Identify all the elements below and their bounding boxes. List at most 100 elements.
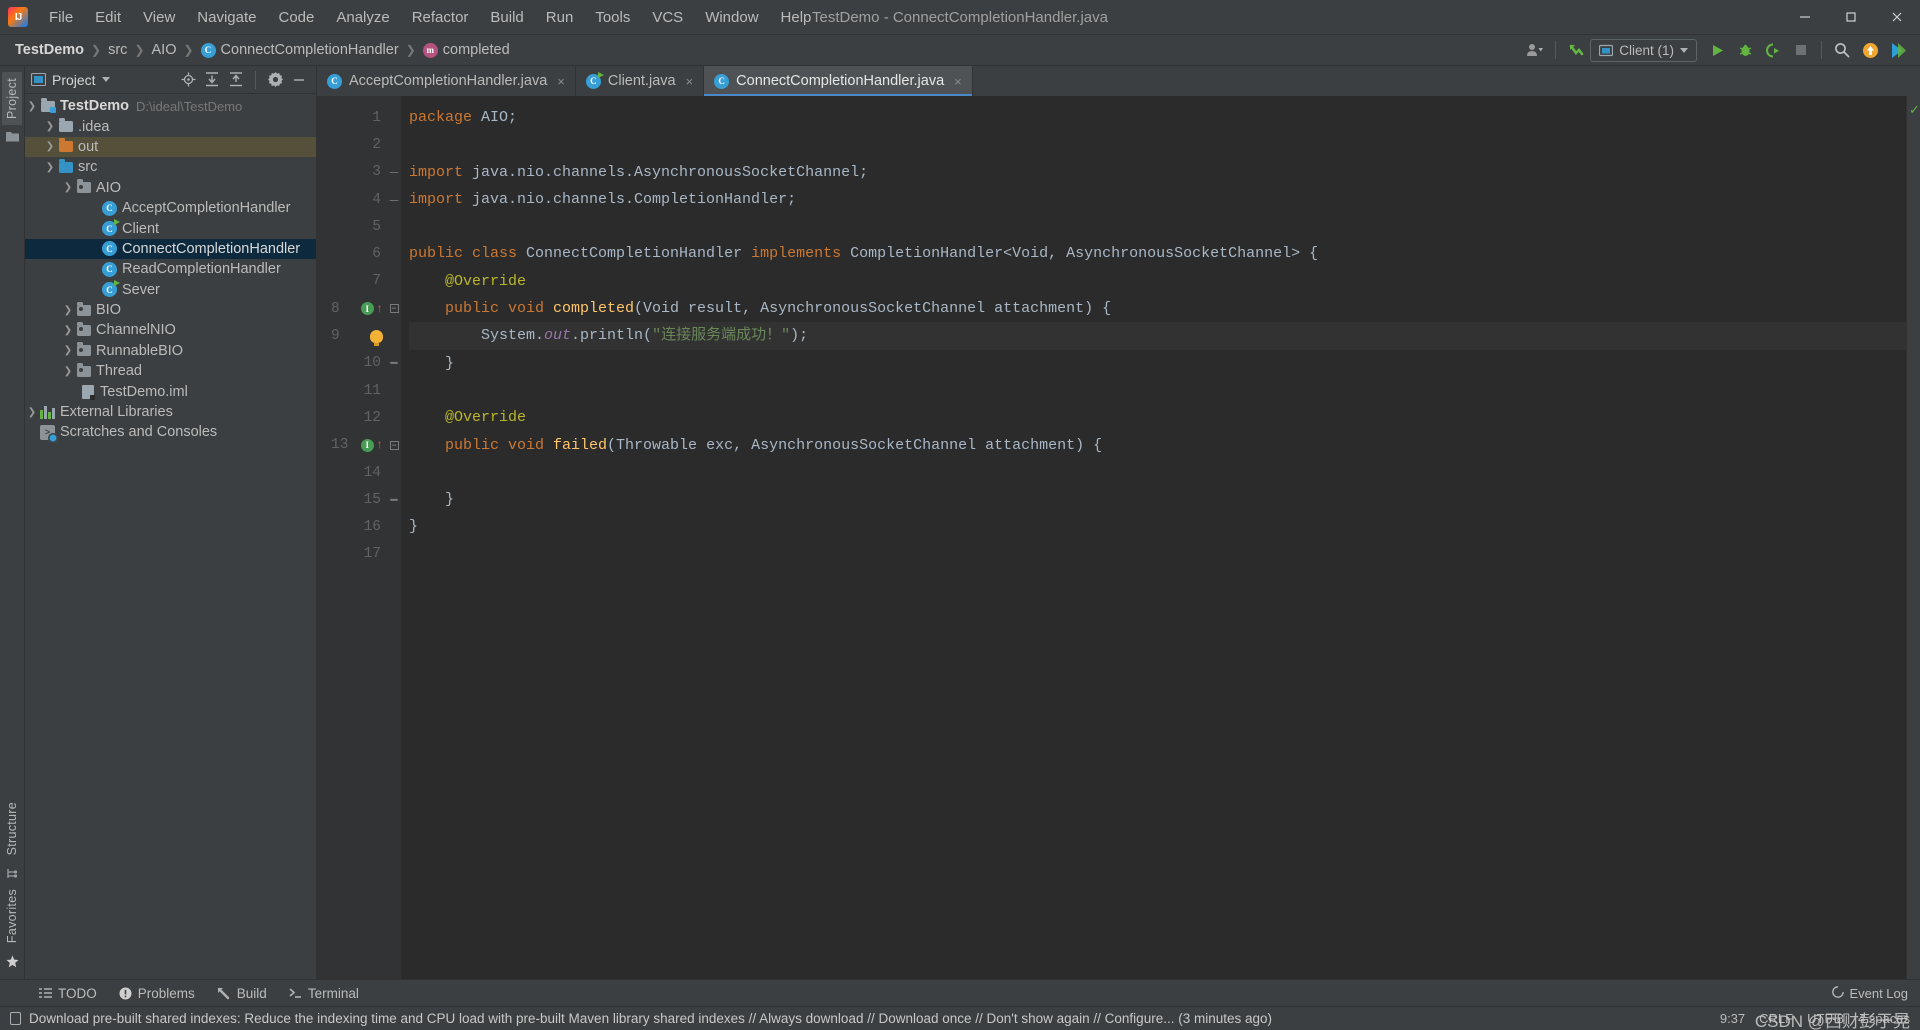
- locate-icon[interactable]: [177, 69, 199, 91]
- debug-icon[interactable]: [1731, 37, 1759, 63]
- favorites-star-icon[interactable]: [6, 955, 19, 971]
- chevron-down-icon[interactable]: ❯: [25, 101, 39, 112]
- breadcrumb-method[interactable]: m completed: [418, 40, 515, 60]
- tree-node-acceptcompletionhandler[interactable]: C AcceptCompletionHandler: [25, 198, 316, 218]
- menu-help[interactable]: Help: [770, 5, 823, 30]
- code-line-3[interactable]: import java.nio.channels.AsynchronousSoc…: [409, 159, 1906, 186]
- run-with-coverage-icon[interactable]: [1759, 37, 1787, 63]
- menu-tools[interactable]: Tools: [584, 5, 641, 30]
- editor-gutter[interactable]: 1 2 3 4 5 6 7 8 I ↑ 9 10 11 12 13 I ↑ 14…: [317, 96, 387, 979]
- fold-region-failed-end[interactable]: ━: [387, 486, 401, 513]
- code-line-13[interactable]: public void failed(Throwable exc, Asynch…: [409, 432, 1906, 459]
- code-line-17[interactable]: [409, 541, 1906, 568]
- code-content[interactable]: package AIO; import java.nio.channels.As…: [401, 96, 1906, 979]
- menu-code[interactable]: Code: [267, 5, 325, 30]
- chevron-right-icon[interactable]: ❯: [61, 366, 75, 377]
- expand-all-icon[interactable]: [201, 69, 223, 91]
- tree-node-scratches-and-consoles[interactable]: > Scratches and Consoles: [25, 422, 316, 443]
- maximize-button[interactable]: [1828, 0, 1874, 35]
- code-line-11[interactable]: [409, 377, 1906, 404]
- code-line-10[interactable]: }: [409, 350, 1906, 377]
- menu-file[interactable]: File: [38, 5, 84, 30]
- fold-region-imports[interactable]: ─: [387, 159, 401, 186]
- code-line-8[interactable]: public void completed(Void result, Async…: [409, 295, 1906, 322]
- project-tree[interactable]: ❯ TestDemo D:\ideal\TestDemo ❯ .idea ❯ o…: [25, 94, 316, 979]
- fold-region-imports-end[interactable]: ─: [387, 186, 401, 213]
- code-line-14[interactable]: [409, 459, 1906, 486]
- override-arrow-icon[interactable]: ↑: [376, 439, 383, 451]
- run-icon[interactable]: [1703, 37, 1731, 63]
- menu-bar[interactable]: File Edit View Navigate Code Analyze Ref…: [38, 0, 822, 34]
- menu-analyze[interactable]: Analyze: [325, 5, 400, 30]
- tree-node-idea[interactable]: ❯ .idea: [25, 116, 316, 136]
- menu-run[interactable]: Run: [535, 5, 585, 30]
- code-line-1[interactable]: package AIO;: [409, 104, 1906, 131]
- search-everywhere-icon[interactable]: [1828, 37, 1856, 63]
- code-line-2[interactable]: [409, 131, 1906, 158]
- tree-node-external-libraries[interactable]: ❯ External Libraries: [25, 402, 316, 422]
- chevron-right-icon[interactable]: ❯: [43, 141, 57, 152]
- idea-rate-icon[interactable]: [1884, 37, 1912, 63]
- stop-icon[interactable]: [1787, 37, 1815, 63]
- code-line-9[interactable]: System.out.println("连接服务端成功！");: [409, 322, 1906, 350]
- chevron-right-icon[interactable]: ❯: [61, 345, 75, 356]
- editor-right-rail[interactable]: ✓: [1906, 96, 1920, 979]
- close-button[interactable]: [1874, 0, 1920, 35]
- tree-node-src[interactable]: ❯ src: [25, 157, 316, 177]
- editor-tab-connectcompletionhandler[interactable]: C ConnectCompletionHandler.java ×: [704, 66, 973, 96]
- fold-region-completed[interactable]: −: [387, 295, 401, 322]
- menu-view[interactable]: View: [132, 5, 186, 30]
- chevron-right-icon[interactable]: ❯: [61, 305, 75, 316]
- hide-panel-icon[interactable]: [288, 69, 310, 91]
- tree-node-thread[interactable]: ❯ Thread: [25, 361, 316, 381]
- tool-window-button-structure[interactable]: Structure: [2, 796, 22, 861]
- code-line-6[interactable]: public class ConnectCompletionHandler im…: [409, 240, 1906, 267]
- editor-fold-column[interactable]: ─ ─ − ━ − ━: [387, 96, 401, 979]
- run-configuration-selector[interactable]: Client (1): [1590, 38, 1697, 62]
- close-icon[interactable]: ×: [557, 74, 565, 89]
- update-project-icon[interactable]: [1856, 37, 1884, 63]
- close-icon[interactable]: ×: [954, 74, 962, 89]
- gutter-markers-line9[interactable]: [370, 329, 383, 346]
- event-log-button[interactable]: Event Log: [1832, 986, 1920, 1001]
- code-line-15[interactable]: }: [409, 486, 1906, 513]
- editor-viewport[interactable]: 1 2 3 4 5 6 7 8 I ↑ 9 10 11 12 13 I ↑ 14…: [317, 96, 1920, 979]
- tool-window-button-problems[interactable]: Problems: [108, 983, 206, 1004]
- menu-build[interactable]: Build: [479, 5, 534, 30]
- editor-tab-acceptcompletionhandler[interactable]: C AcceptCompletionHandler.java ×: [317, 66, 576, 96]
- breadcrumb-project[interactable]: TestDemo: [10, 40, 89, 60]
- menu-vcs[interactable]: VCS: [641, 5, 694, 30]
- implements-marker-icon[interactable]: I: [360, 302, 374, 316]
- breadcrumb-src[interactable]: src: [103, 40, 132, 60]
- tree-node-client[interactable]: C Client: [25, 218, 316, 238]
- tree-node-sever[interactable]: C Sever: [25, 280, 316, 300]
- tree-node-readcompletionhandler[interactable]: C ReadCompletionHandler: [25, 259, 316, 279]
- menu-navigate[interactable]: Navigate: [186, 5, 267, 30]
- intention-bulb-icon[interactable]: [370, 329, 383, 346]
- menu-edit[interactable]: Edit: [84, 5, 132, 30]
- code-line-4[interactable]: import java.nio.channels.CompletionHandl…: [409, 186, 1906, 213]
- code-line-16[interactable]: }: [409, 513, 1906, 540]
- caret-position[interactable]: 9:37: [1720, 1011, 1745, 1026]
- tool-window-button-project[interactable]: Project: [2, 72, 22, 126]
- chevron-down-icon[interactable]: ❯: [61, 182, 75, 193]
- gutter-markers-line13[interactable]: I ↑: [360, 438, 383, 452]
- tool-window-button-favorites[interactable]: Favorites: [2, 883, 22, 949]
- tree-node-out[interactable]: ❯ out: [25, 136, 316, 158]
- chevron-right-icon[interactable]: ❯: [25, 407, 39, 418]
- chevron-down-icon[interactable]: [101, 77, 110, 82]
- code-line-5[interactable]: [409, 213, 1906, 240]
- chevron-down-icon[interactable]: ❯: [43, 162, 57, 173]
- structure-icon[interactable]: [6, 868, 18, 883]
- fold-region-failed[interactable]: −: [387, 432, 401, 459]
- minimize-button[interactable]: [1782, 0, 1828, 35]
- close-icon[interactable]: ×: [686, 74, 694, 89]
- tool-window-button-build[interactable]: Build: [206, 983, 278, 1004]
- code-line-7[interactable]: @Override: [409, 268, 1906, 295]
- breadcrumb-package[interactable]: AIO: [147, 40, 182, 60]
- status-message[interactable]: Download pre-built shared indexes: Reduc…: [29, 1011, 1272, 1026]
- user-icon[interactable]: [1521, 37, 1549, 63]
- collapse-all-icon[interactable]: [225, 69, 247, 91]
- tree-node-bio[interactable]: ❯ BIO: [25, 300, 316, 320]
- tree-node-aio[interactable]: ❯ AIO: [25, 178, 316, 198]
